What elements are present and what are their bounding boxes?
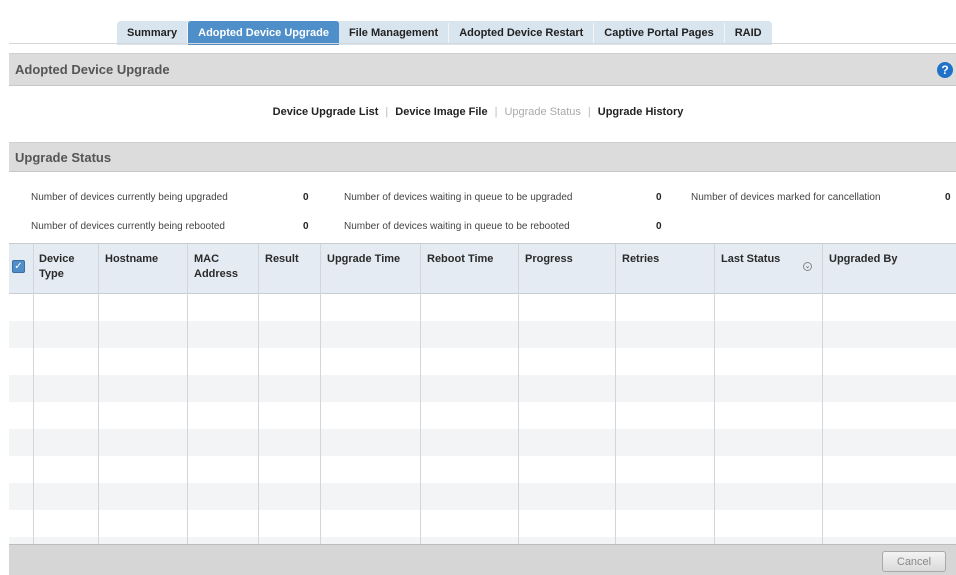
tab-adopted-device-restart[interactable]: Adopted Device Restart [449, 21, 593, 45]
subnav-device-image-file[interactable]: Device Image File [395, 106, 487, 118]
sub-navigation: Device Upgrade List | Device Image File … [0, 106, 956, 118]
column-divider [822, 244, 823, 544]
column-header-mac-address[interactable]: MAC Address [194, 252, 238, 282]
table-row [9, 294, 956, 321]
help-icon[interactable]: ? [937, 62, 953, 78]
table-row [9, 321, 956, 348]
subnav-separator: | [494, 106, 498, 118]
table-header: ✓ Device Type Hostname MAC Address Resul… [9, 244, 956, 294]
section-title: Upgrade Status [15, 149, 112, 165]
stat-queue-upgraded-value: 0 [656, 192, 662, 203]
table-row [9, 402, 956, 429]
column-header-line: Result [265, 253, 299, 265]
footer-bar: Cancel [9, 544, 956, 575]
column-divider [98, 244, 99, 544]
column-divider [187, 244, 188, 544]
stat-queue-rebooted-value: 0 [656, 221, 662, 232]
section-title-bar: Upgrade Status [9, 142, 956, 172]
column-header-reboot-time[interactable]: Reboot Time [427, 252, 493, 267]
tab-bar-underline [9, 43, 956, 44]
upgrade-status-table: ✓ Device Type Hostname MAC Address Resul… [9, 243, 956, 544]
stat-marked-cancellation-label: Number of devices marked for cancellatio… [691, 192, 881, 203]
tab-bar: Summary Adopted Device Upgrade File Mana… [9, 8, 956, 45]
subnav-separator: | [587, 106, 591, 118]
column-divider [33, 244, 34, 544]
tab-raid[interactable]: RAID [725, 21, 772, 45]
column-header-line: Upgraded By [829, 253, 898, 265]
tab-file-management[interactable]: File Management [339, 21, 448, 45]
table-row [9, 375, 956, 402]
cancel-button[interactable]: Cancel [882, 551, 946, 572]
stat-currently-rebooted-label: Number of devices currently being reboot… [31, 221, 225, 232]
table-row [9, 483, 956, 510]
table-row [9, 348, 956, 375]
subnav-device-upgrade-list[interactable]: Device Upgrade List [273, 106, 379, 118]
column-header-line: Type [39, 268, 64, 280]
column-header-line: Retries [622, 253, 660, 265]
subnav-upgrade-status: Upgrade Status [504, 106, 581, 118]
column-header-line: Hostname [105, 253, 159, 265]
column-header-result[interactable]: Result [265, 252, 299, 267]
column-divider [420, 244, 421, 544]
column-divider [320, 244, 321, 544]
stat-currently-upgraded-label: Number of devices currently being upgrad… [31, 192, 228, 203]
table-row [9, 537, 956, 544]
column-divider [714, 244, 715, 544]
column-header-retries[interactable]: Retries [622, 252, 659, 267]
column-header-line: Address [194, 268, 239, 280]
stat-queue-rebooted-label: Number of devices waiting in queue to be… [344, 221, 570, 232]
stat-currently-upgraded-value: 0 [303, 192, 309, 203]
table-row [9, 456, 956, 483]
sort-icon[interactable]: ⌄ [803, 262, 812, 271]
column-header-upgrade-time[interactable]: Upgrade Time [327, 252, 400, 267]
column-divider [615, 244, 616, 544]
page-title-bar: Adopted Device Upgrade ? [9, 53, 956, 86]
tab-summary[interactable]: Summary [117, 21, 187, 45]
column-header-hostname[interactable]: Hostname [105, 252, 158, 267]
column-header-device-type[interactable]: Device Type [39, 252, 74, 282]
table-row [9, 429, 956, 456]
column-header-line: Progress [525, 253, 573, 265]
page-title: Adopted Device Upgrade [15, 62, 170, 77]
subnav-upgrade-history[interactable]: Upgrade History [598, 106, 684, 118]
tab-adopted-device-upgrade[interactable]: Adopted Device Upgrade [188, 21, 339, 45]
column-header-upgraded-by[interactable]: Upgraded By [829, 252, 897, 267]
column-header-last-status[interactable]: Last Status [721, 252, 780, 267]
tab-row: Summary Adopted Device Upgrade File Mana… [117, 21, 772, 45]
column-header-line: Reboot Time [427, 253, 494, 265]
stat-currently-rebooted-value: 0 [303, 221, 309, 232]
column-header-line: Device [39, 253, 75, 265]
subnav-separator: | [385, 106, 389, 118]
column-header-line: MAC [194, 253, 220, 265]
stat-marked-cancellation-value: 0 [945, 192, 951, 203]
select-all-checkbox[interactable]: ✓ [12, 260, 25, 273]
tab-captive-portal-pages[interactable]: Captive Portal Pages [594, 21, 723, 45]
column-header-line: Upgrade Time [327, 253, 401, 265]
stat-queue-upgraded-label: Number of devices waiting in queue to be… [344, 192, 573, 203]
column-divider [258, 244, 259, 544]
column-header-progress[interactable]: Progress [525, 252, 573, 267]
column-divider [518, 244, 519, 544]
table-row [9, 510, 956, 537]
column-header-line: Last Status [721, 253, 781, 265]
